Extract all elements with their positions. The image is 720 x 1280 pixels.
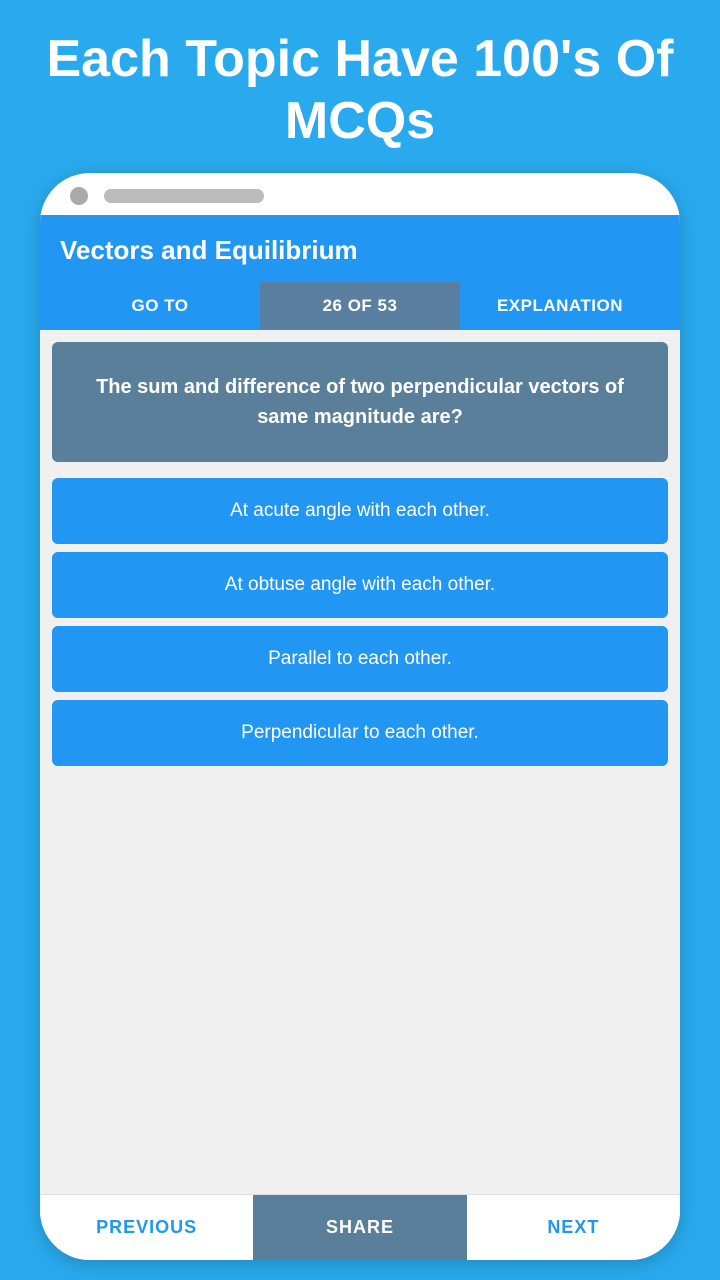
previous-button[interactable]: PREVIOUS bbox=[40, 1195, 253, 1260]
page-headline: Each Topic Have 100's Of MCQs bbox=[30, 28, 690, 153]
option-d[interactable]: Perpendicular to each other. bbox=[52, 700, 668, 766]
tab-progress[interactable]: 26 OF 53 bbox=[260, 282, 460, 330]
share-button[interactable]: SHARE bbox=[253, 1195, 466, 1260]
option-c[interactable]: Parallel to each other. bbox=[52, 626, 668, 692]
tab-explanation[interactable]: EXPLANATION bbox=[460, 282, 660, 330]
topic-title: Vectors and Equilibrium bbox=[60, 235, 660, 282]
phone-camera bbox=[70, 187, 88, 205]
option-a[interactable]: At acute angle with each other. bbox=[52, 478, 668, 544]
bottom-nav: PREVIOUS SHARE NEXT bbox=[40, 1194, 680, 1260]
question-area: The sum and difference of two perpendicu… bbox=[52, 342, 668, 462]
phone-speaker bbox=[104, 189, 264, 203]
options-area: At acute angle with each other. At obtus… bbox=[40, 474, 680, 770]
tabs-row: GO TO 26 OF 53 EXPLANATION bbox=[60, 282, 660, 330]
next-button[interactable]: NEXT bbox=[467, 1195, 680, 1260]
option-b[interactable]: At obtuse angle with each other. bbox=[52, 552, 668, 618]
phone-frame: Vectors and Equilibrium GO TO 26 OF 53 E… bbox=[40, 173, 680, 1260]
topic-header: Vectors and Equilibrium GO TO 26 OF 53 E… bbox=[40, 215, 680, 330]
phone-status-bar bbox=[40, 173, 680, 215]
tab-goto[interactable]: GO TO bbox=[60, 282, 260, 330]
app-content: Vectors and Equilibrium GO TO 26 OF 53 E… bbox=[40, 215, 680, 1260]
spacer bbox=[40, 770, 680, 1194]
question-text: The sum and difference of two perpendicu… bbox=[76, 372, 644, 432]
